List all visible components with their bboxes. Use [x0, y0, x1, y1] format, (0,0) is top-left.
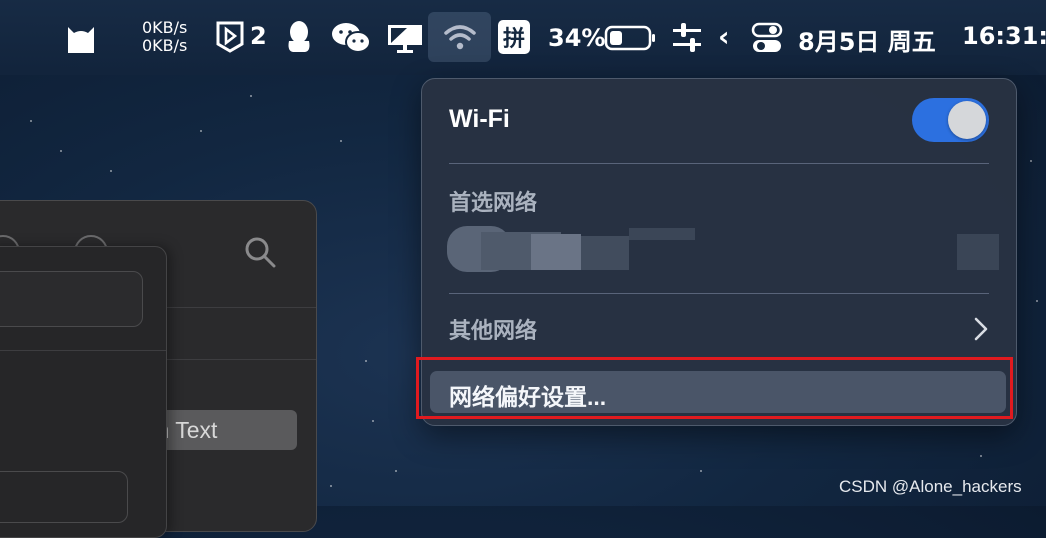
input-method-label: 拼 [502, 26, 525, 51]
input-method-icon[interactable]: 拼 [498, 20, 530, 54]
background-dialog [0, 246, 167, 538]
cat-icon[interactable] [62, 18, 100, 56]
battery-percent[interactable]: 34% [548, 24, 605, 52]
text-field[interactable] [0, 271, 143, 327]
toggle-knob [948, 101, 986, 139]
toggle-switch-icon[interactable] [750, 20, 784, 56]
network-preferences-label: 网络偏好设置... [449, 384, 607, 410]
wifi-icon[interactable] [443, 22, 477, 52]
preferred-network-item[interactable] [447, 224, 1002, 274]
wifi-title: Wi-Fi [449, 105, 510, 133]
bilibili-icon[interactable] [214, 20, 246, 54]
divider [449, 357, 989, 358]
date-label[interactable]: 8月5日 周五 [798, 22, 936, 57]
notification-count[interactable]: 2 [250, 22, 267, 50]
preferred-networks-label: 首选网络 [449, 190, 538, 215]
chevron-left-icon[interactable]: ‹ [718, 20, 730, 53]
battery-icon[interactable] [604, 24, 658, 52]
wechat-icon[interactable] [330, 20, 372, 56]
text-field[interactable] [0, 471, 128, 523]
wifi-toggle[interactable] [912, 98, 989, 142]
menu-bar: 0KB/s 0KB/s 2 拼 34% ‹ 8月5日 周五 16:31:2 [0, 0, 1046, 75]
control-sliders-icon[interactable] [670, 20, 704, 56]
clock-time[interactable]: 16:31:2 [962, 22, 1046, 50]
divider [0, 350, 166, 351]
divider [449, 163, 989, 164]
chevron-right-icon [973, 317, 989, 346]
other-networks-label: 其他网络 [449, 318, 538, 343]
network-speed[interactable]: 0KB/s 0KB/s [142, 19, 202, 55]
display-icon[interactable] [385, 20, 425, 56]
network-preferences-item[interactable]: 网络偏好设置... [430, 371, 1006, 413]
divider [449, 293, 989, 294]
download-speed: 0KB/s [142, 36, 188, 55]
other-networks-row[interactable]: 其他网络 [422, 303, 1016, 353]
wifi-dropdown-panel: Wi-Fi 首选网络 其他网络 网络偏好设置... [421, 78, 1017, 426]
watermark: CSDN @Alone_hackers [839, 477, 1022, 496]
search-icon[interactable] [243, 235, 277, 274]
qq-penguin-icon[interactable] [284, 18, 314, 56]
upload-speed: 0KB/s [142, 18, 188, 37]
